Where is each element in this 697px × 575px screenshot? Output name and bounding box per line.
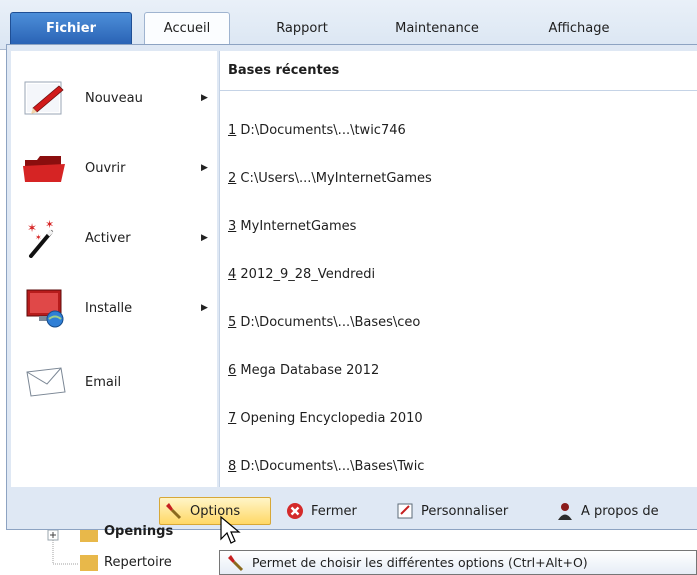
tab-fichier[interactable]: Fichier	[10, 12, 132, 44]
recent-item-path: 2012_9_28_Vendredi	[236, 267, 376, 282]
submenu-arrow-icon: ▶	[201, 93, 208, 103]
file-menu-footer: Options Fermer Personnaliser A propos de	[11, 493, 697, 527]
recent-item-8[interactable]: 8 D:\Documents\...\Bases\Twic	[228, 459, 424, 474]
customize-button[interactable]: Personnaliser	[391, 497, 541, 525]
customize-icon	[397, 503, 413, 519]
recent-item-path: D:\Documents\...\twic746	[236, 123, 406, 138]
file-menu-commands: Nouveau ▶ Ouvrir ▶ ✶ ✶ ✶ Activer ▶ Insta…	[11, 51, 217, 487]
menu-item-label: Installe	[85, 300, 133, 316]
tree-item-repertoire[interactable]: Repertoire	[104, 555, 172, 570]
recent-item-7[interactable]: 7 Opening Encyclopedia 2010	[228, 411, 423, 426]
ribbon-tab-bar: Fichier Accueil Rapport Maintenance Affi…	[0, 0, 697, 50]
wrench-icon	[166, 503, 182, 520]
mouse-cursor-icon	[220, 515, 241, 544]
pen-icon	[24, 81, 64, 115]
recent-item-path: Opening Encyclopedia 2010	[236, 411, 423, 426]
folder-icon	[80, 530, 98, 542]
about-button[interactable]: A propos de	[551, 497, 691, 525]
options-tooltip: Permet de choisir les différentes option…	[219, 550, 697, 575]
close-label: Fermer	[311, 503, 357, 519]
submenu-arrow-icon: ▶	[201, 303, 208, 313]
svg-text:✶: ✶	[45, 218, 54, 231]
menu-item-email[interactable]: Email	[11, 353, 217, 411]
tab-accueil[interactable]: Accueil	[144, 12, 230, 44]
svg-text:✶: ✶	[35, 233, 42, 242]
recent-databases-panel: Bases récentes 1 D:\Documents\...\twic74…	[219, 51, 697, 487]
close-icon	[287, 503, 303, 519]
folder-icon	[80, 555, 98, 571]
menu-item-installe[interactable]: Installe ▶	[11, 279, 217, 337]
folder-icon	[23, 156, 65, 182]
about-label: A propos de	[581, 503, 659, 519]
recent-item-2[interactable]: 2 C:\Users\...\MyInternetGames	[228, 171, 432, 186]
wrench-icon	[228, 554, 244, 571]
tooltip-text: Permet de choisir les différentes option…	[252, 555, 588, 570]
close-button[interactable]: Fermer	[281, 497, 385, 525]
menu-item-label: Nouveau	[85, 90, 143, 106]
envelope-icon	[26, 367, 66, 397]
menu-item-nouveau[interactable]: Nouveau ▶	[11, 69, 217, 127]
menu-item-ouvrir[interactable]: Ouvrir ▶	[11, 139, 217, 197]
magic-wand-icon: ✶ ✶ ✶	[27, 218, 54, 258]
menu-item-activer[interactable]: ✶ ✶ ✶ Activer ▶	[11, 209, 217, 267]
recent-databases-header: Bases récentes	[220, 51, 697, 91]
submenu-arrow-icon: ▶	[201, 163, 208, 173]
options-button[interactable]: Options	[159, 497, 271, 525]
file-menu-popup: Nouveau ▶ Ouvrir ▶ ✶ ✶ ✶ Activer ▶ Insta…	[6, 44, 697, 530]
recent-item-1[interactable]: 1 D:\Documents\...\twic746	[228, 123, 406, 138]
customize-label: Personnaliser	[421, 503, 509, 519]
recent-item-6[interactable]: 6 Mega Database 2012	[228, 363, 379, 378]
person-icon	[558, 503, 572, 520]
menu-item-label: Email	[85, 374, 122, 390]
recent-item-path: D:\Documents\...\Bases\Twic	[236, 459, 425, 474]
recent-item-4[interactable]: 4 2012_9_28_Vendredi	[228, 267, 375, 282]
tab-rapport[interactable]: Rapport	[252, 12, 352, 44]
computer-install-icon	[26, 289, 64, 328]
recent-item-path: Mega Database 2012	[236, 363, 380, 378]
submenu-arrow-icon: ▶	[201, 233, 208, 243]
tab-affichage[interactable]: Affichage	[520, 12, 638, 44]
recent-item-3[interactable]: 3 MyInternetGames	[228, 219, 356, 234]
recent-item-path: D:\Documents\...\Bases\ceo	[236, 315, 421, 330]
recent-item-path: MyInternetGames	[236, 219, 357, 234]
menu-item-label: Ouvrir	[85, 160, 126, 176]
tree-item-openings[interactable]: Openings	[104, 524, 173, 539]
recent-item-5[interactable]: 5 D:\Documents\...\Bases\ceo	[228, 315, 420, 330]
tab-maintenance[interactable]: Maintenance	[372, 12, 502, 44]
menu-item-label: Activer	[85, 230, 131, 246]
recent-item-path: C:\Users\...\MyInternetGames	[236, 171, 432, 186]
